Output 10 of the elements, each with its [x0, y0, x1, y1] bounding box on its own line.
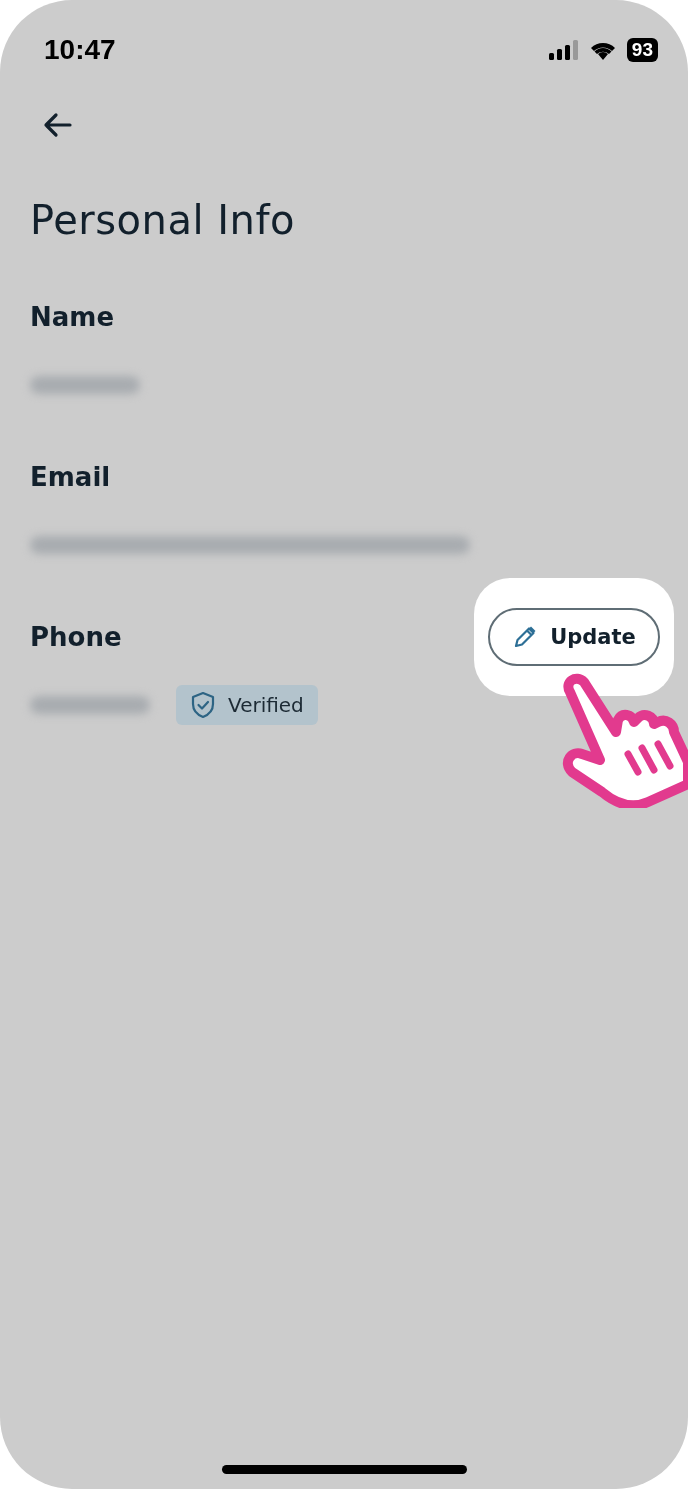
shield-check-icon — [190, 691, 216, 719]
badge-text: Verified — [228, 693, 304, 717]
page-title: Personal Info — [30, 197, 296, 243]
status-time: 10:47 — [44, 34, 116, 66]
field-label: Email — [30, 462, 111, 492]
battery-level: 93 — [626, 38, 658, 62]
signal-icon — [548, 40, 579, 60]
field-label: Name — [30, 302, 115, 332]
field-label: Phone — [30, 622, 122, 652]
update-button[interactable]: Update — [488, 608, 660, 666]
